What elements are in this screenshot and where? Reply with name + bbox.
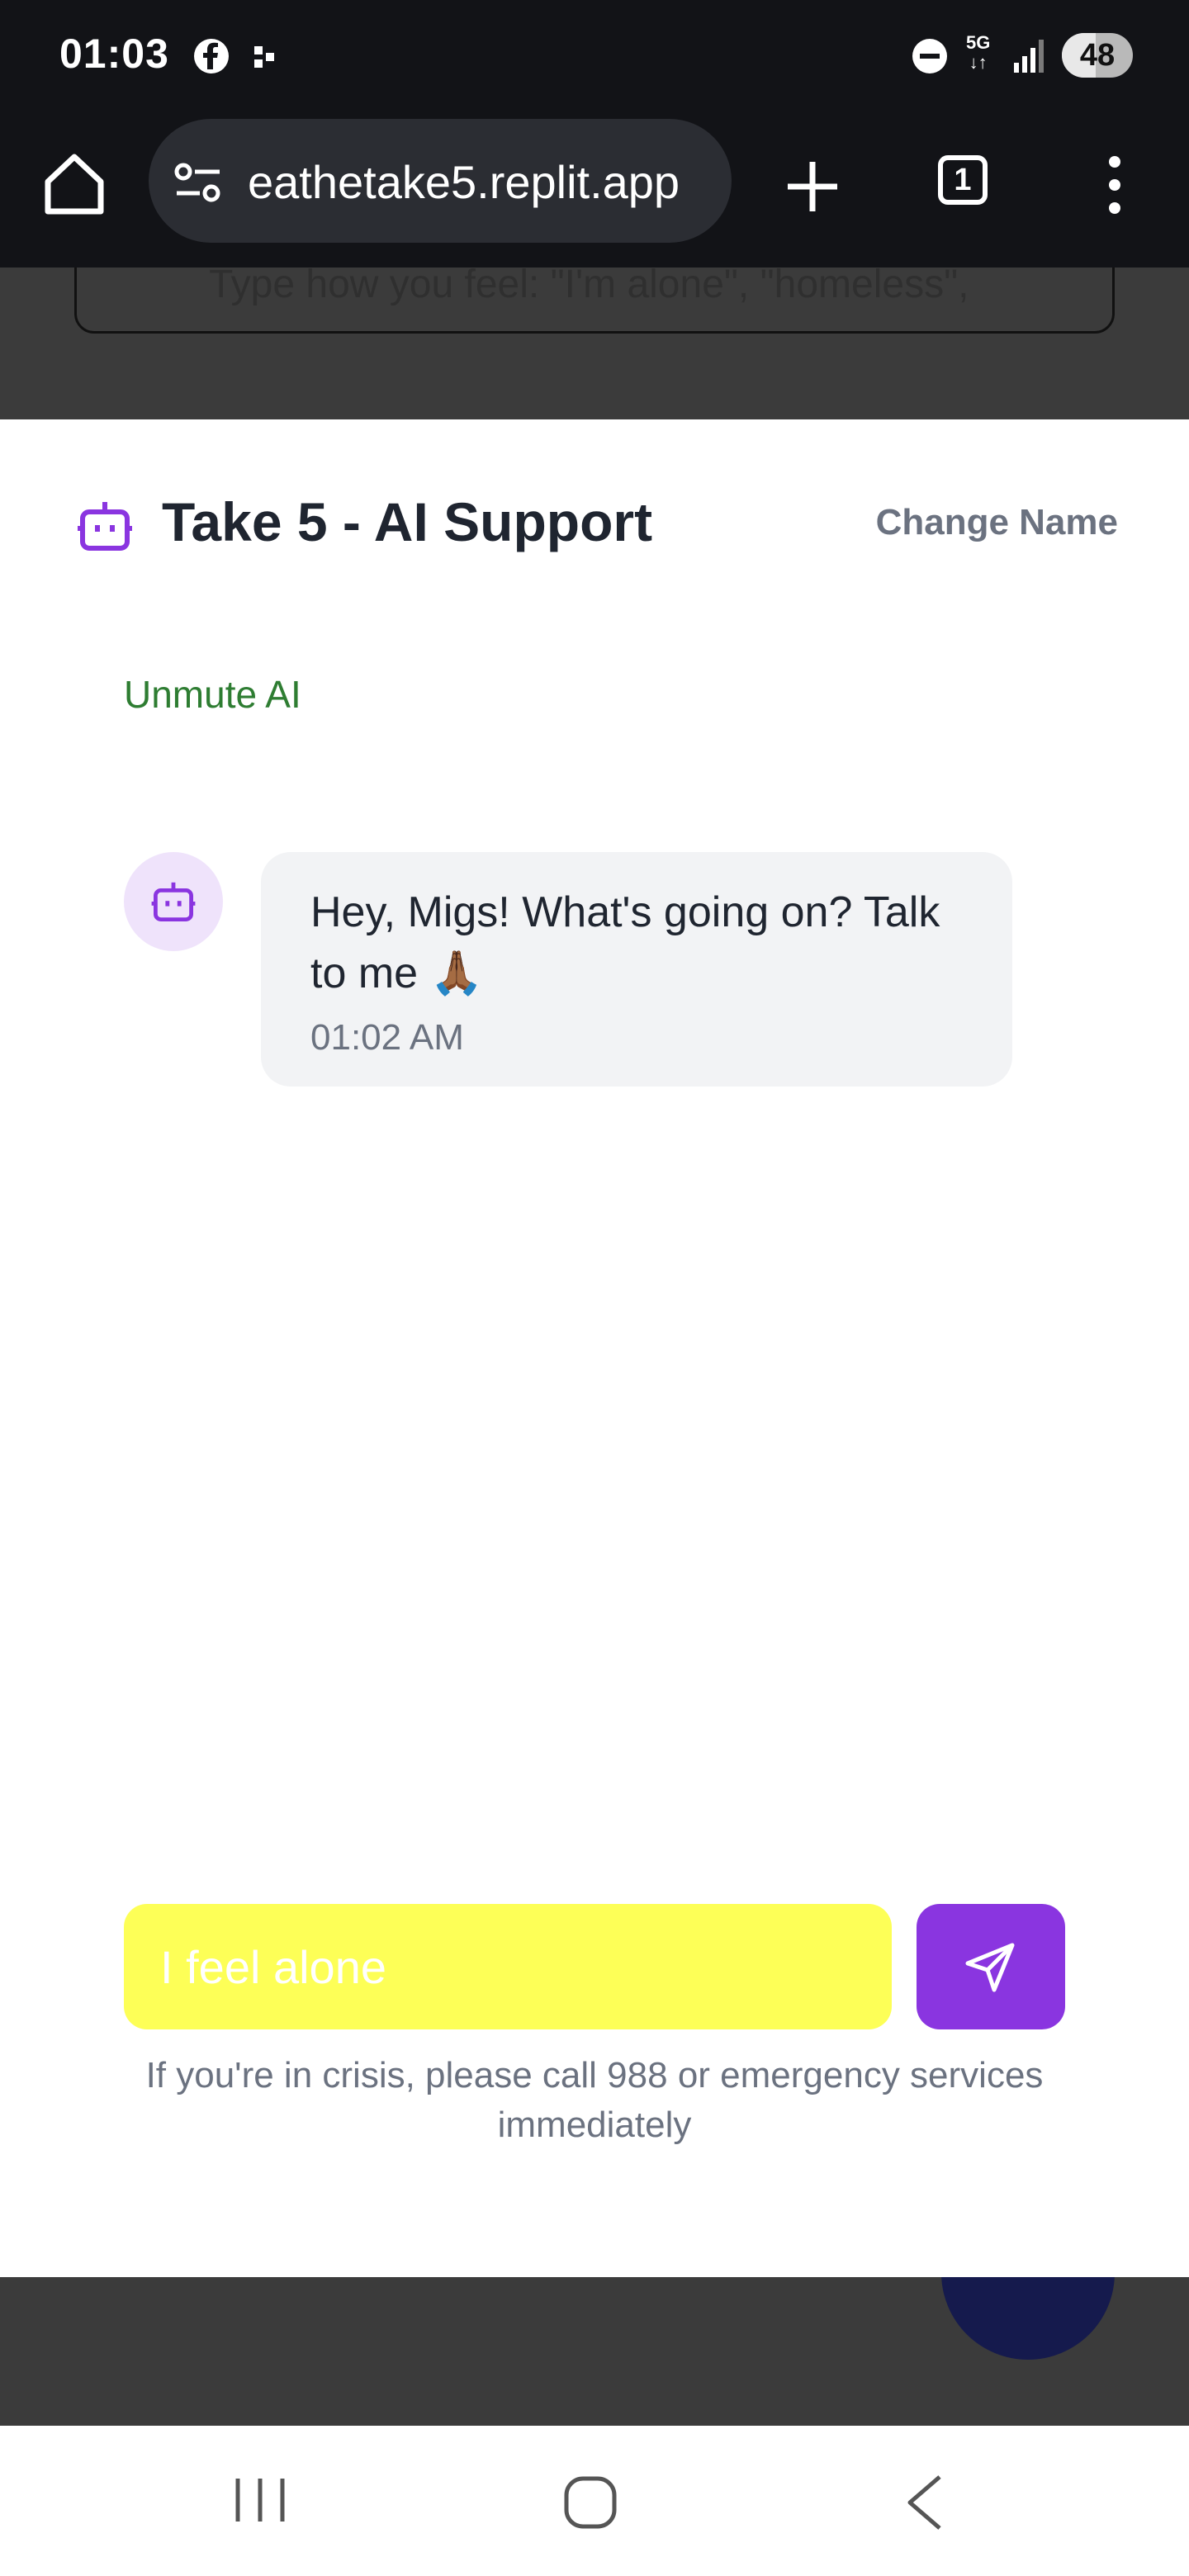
url-text[interactable]: eathetake5.replit.app bbox=[248, 155, 680, 209]
notification-dots-icon bbox=[254, 46, 274, 68]
overflow-menu-icon[interactable] bbox=[1098, 154, 1131, 216]
background-page-overlay: Type how you feel: "I'm alone", "homeles… bbox=[0, 268, 1189, 419]
tab-switcher-icon[interactable]: 1 bbox=[938, 155, 988, 205]
clock: 01:03 bbox=[59, 31, 169, 77]
message-timestamp: 01:02 AM bbox=[310, 1017, 464, 1058]
network-indicator: 5G ↓↑ bbox=[966, 32, 991, 73]
do-not-disturb-icon bbox=[912, 39, 947, 73]
back-icon[interactable] bbox=[900, 2472, 950, 2533]
battery-icon: 48 bbox=[1062, 33, 1133, 78]
send-button[interactable] bbox=[917, 1904, 1065, 2029]
browser-toolbar: eathetake5.replit.app 1 bbox=[0, 111, 1189, 268]
message-text: Hey, Migs! What's going on? Talk to me 🙏… bbox=[310, 888, 940, 997]
background-chat-fab bbox=[941, 2277, 1115, 2360]
background-search-placeholder: Type how you feel: "I'm alone", "homeles… bbox=[209, 268, 969, 306]
ai-message-bubble: Hey, Migs! What's going on? Talk to me 🙏… bbox=[261, 852, 1012, 1087]
chat-modal: Take 5 - AI Support Change Name Unmute A… bbox=[0, 419, 1189, 2277]
site-settings-icon[interactable] bbox=[173, 162, 223, 203]
system-nav-bar bbox=[0, 2426, 1189, 2576]
home-icon[interactable] bbox=[40, 149, 109, 218]
unmute-ai-button[interactable]: Unmute AI bbox=[124, 672, 301, 717]
facebook-icon bbox=[194, 39, 229, 73]
chat-message-input[interactable] bbox=[124, 1904, 892, 2029]
bot-icon bbox=[151, 882, 196, 921]
bot-icon bbox=[78, 502, 132, 551]
change-name-button[interactable]: Change Name bbox=[876, 502, 1118, 543]
new-tab-plus-icon[interactable] bbox=[784, 159, 841, 215]
status-bar: 01:03 5G ↓↑ 48 bbox=[0, 0, 1189, 111]
recent-apps-icon[interactable] bbox=[231, 2474, 289, 2526]
background-page-overlay-bottom bbox=[0, 2277, 1189, 2426]
chat-title: Take 5 - AI Support bbox=[162, 491, 653, 552]
signal-icon bbox=[1014, 40, 1044, 73]
address-bar[interactable]: eathetake5.replit.app bbox=[149, 119, 732, 243]
background-search-field: Type how you feel: "I'm alone", "homeles… bbox=[74, 268, 1115, 334]
crisis-notice: If you're in crisis, please call 988 or … bbox=[145, 2055, 1044, 2145]
home-nav-icon[interactable] bbox=[561, 2474, 619, 2531]
ai-avatar bbox=[124, 852, 223, 951]
send-icon bbox=[965, 1943, 1015, 1992]
